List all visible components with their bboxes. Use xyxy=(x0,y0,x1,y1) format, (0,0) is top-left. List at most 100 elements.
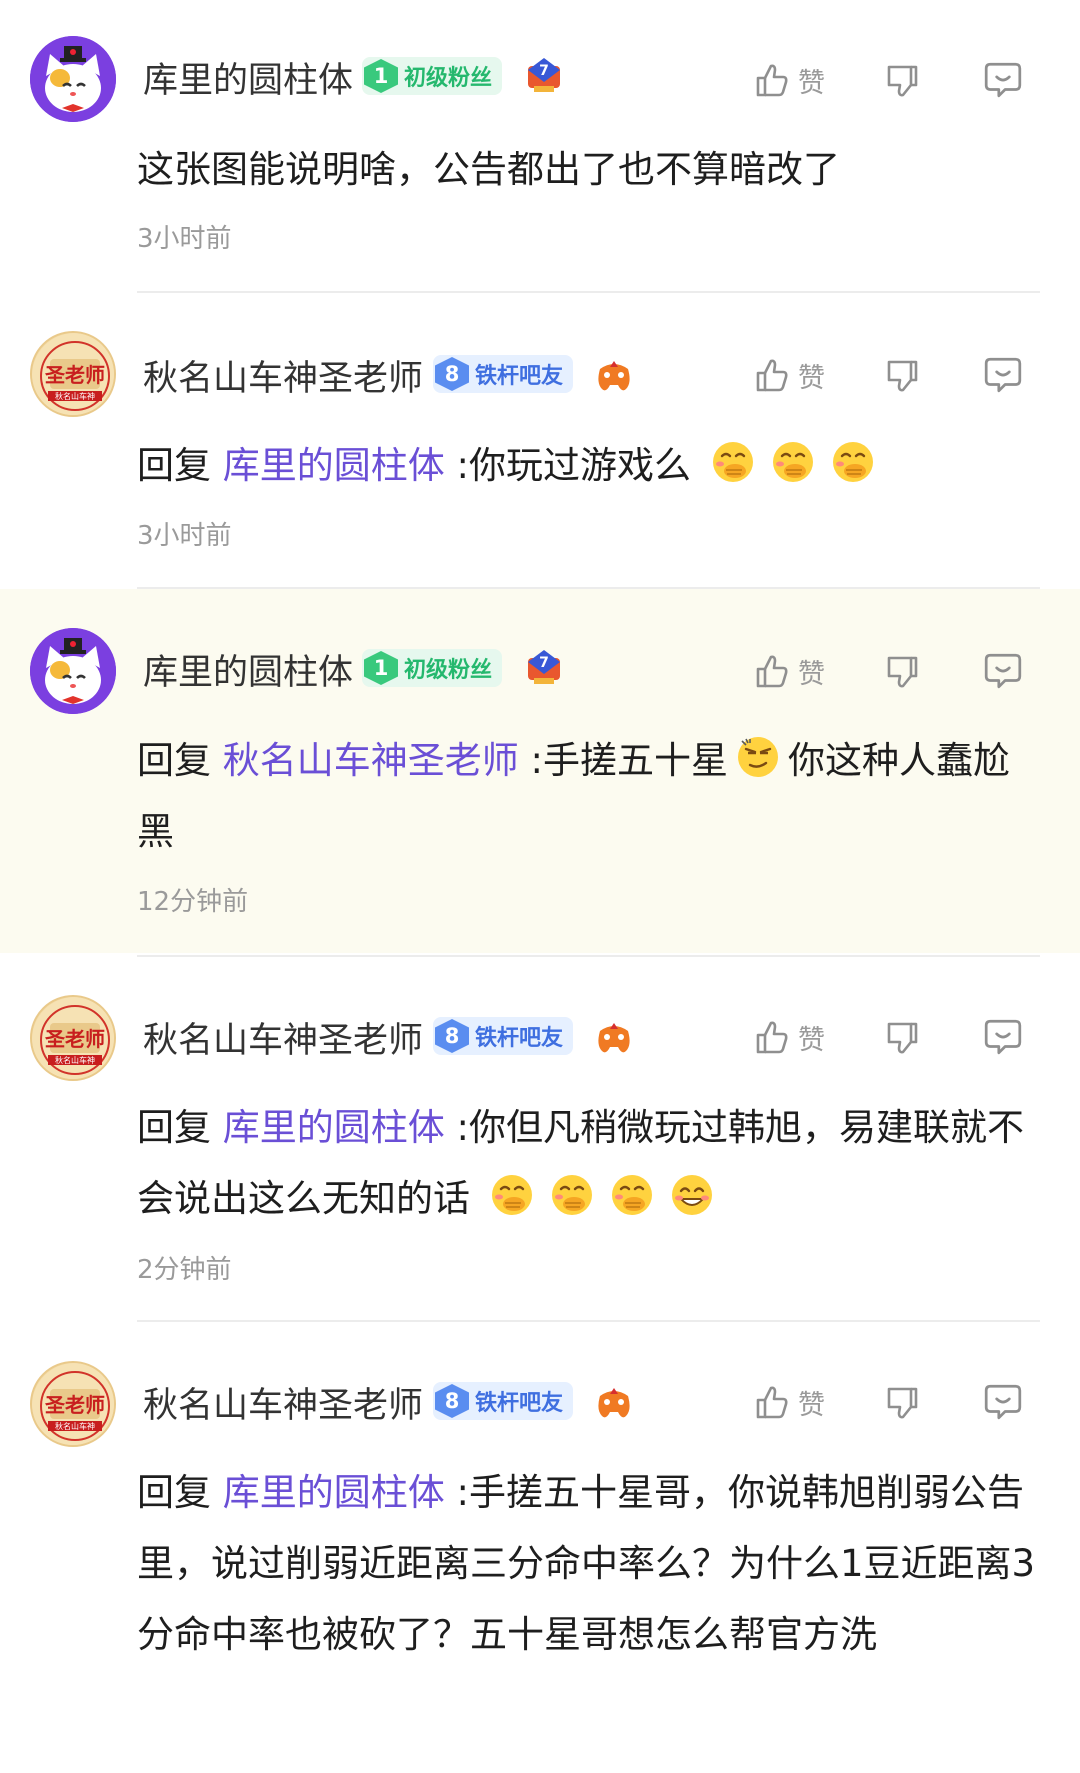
reply-bubble-icon xyxy=(982,649,1024,691)
reply-bubble-icon xyxy=(982,1380,1024,1422)
mention-link[interactable]: 库里的圆柱体 xyxy=(223,1106,445,1149)
thumbs-up-icon xyxy=(752,1382,792,1422)
username[interactable]: 秋名山车神圣老师 xyxy=(143,1012,423,1063)
level-label: 铁杆吧友 xyxy=(475,1391,564,1416)
cover-mouth-laugh-emoji xyxy=(711,440,755,484)
seal-avatar xyxy=(32,1363,116,1447)
dislike-button[interactable] xyxy=(882,1382,922,1422)
seal-avatar xyxy=(32,333,116,417)
comment-item: 秋名山车神圣老师 8 铁杆吧友 赞 回复 库里的圆柱体 :你但凡稍微玩过韩旭，易… xyxy=(0,957,1080,1322)
like-button[interactable]: 赞 xyxy=(752,355,825,395)
timestamp: 3小时前 xyxy=(137,521,232,551)
reply-button[interactable] xyxy=(982,649,1024,691)
like-label: 赞 xyxy=(798,1389,825,1421)
thumbs-up-icon xyxy=(752,651,792,691)
cat-avatar xyxy=(30,628,116,714)
level-label: 铁杆吧友 xyxy=(475,1026,564,1051)
thumbs-up-icon xyxy=(752,355,792,395)
level-number: 8 xyxy=(435,1019,469,1053)
comment-item: 库里的圆柱体 1 初级粉丝 赞 这张图能说明啥，公告都出了也不算暗改了 3小时前 xyxy=(0,0,1080,293)
level-label: 初级粉丝 xyxy=(404,658,493,683)
reply-prefix: 回复 xyxy=(137,1471,211,1514)
cover-mouth-laugh-emoji xyxy=(771,440,815,484)
game-controller-icon xyxy=(594,1017,634,1057)
like-button[interactable]: 赞 xyxy=(752,60,825,100)
game-controller-icon xyxy=(594,355,634,395)
reply-button[interactable] xyxy=(982,1015,1024,1057)
like-label: 赞 xyxy=(798,1024,825,1056)
level-7-badge-icon xyxy=(524,648,564,688)
comment-item: 秋名山车神圣老师 8 铁杆吧友 赞 回复 库里的圆柱体 :手搓五十星哥，你说韩旭… xyxy=(0,1322,1080,1773)
reply-bubble-icon xyxy=(982,1015,1024,1057)
username[interactable]: 库里的圆柱体 xyxy=(143,644,353,695)
comment-body: :手搓五十星 xyxy=(530,739,728,782)
reply-prefix: 回复 xyxy=(137,739,211,782)
comment-text: 回复 库里的圆柱体 :你但凡稍微玩过韩旭，易建联就不会说出这么无知的话 xyxy=(137,1092,1040,1234)
level-badge: 8 铁杆吧友 xyxy=(433,1017,574,1055)
avatar[interactable] xyxy=(30,1361,116,1447)
like-label: 赞 xyxy=(798,658,825,690)
grin-emoji xyxy=(670,1173,714,1217)
comment-text: 回复 秋名山车神圣老师 :手搓五十星 你这种人蠢尬黑 xyxy=(137,725,1040,867)
like-label: 赞 xyxy=(798,362,825,394)
timestamp: 12分钟前 xyxy=(137,887,249,917)
dislike-button[interactable] xyxy=(882,1017,922,1057)
avatar[interactable] xyxy=(30,995,116,1081)
thumbs-up-icon xyxy=(752,60,792,100)
like-button[interactable]: 赞 xyxy=(752,651,825,691)
level-badge: 1 初级粉丝 xyxy=(362,649,503,687)
username[interactable]: 库里的圆柱体 xyxy=(143,52,353,103)
smug-emoji xyxy=(736,735,780,779)
reply-prefix: 回复 xyxy=(137,444,211,487)
thumbs-up-icon xyxy=(752,1017,792,1057)
dislike-button[interactable] xyxy=(882,60,922,100)
like-button[interactable]: 赞 xyxy=(752,1382,825,1422)
thumbs-down-icon xyxy=(882,1382,922,1422)
comment-item: 秋名山车神圣老师 8 铁杆吧友 赞 回复 库里的圆柱体 :你玩过游戏么 3小时前 xyxy=(0,295,1080,589)
cover-mouth-laugh-emoji xyxy=(490,1173,534,1217)
avatar[interactable] xyxy=(30,628,116,714)
level-7-badge-icon xyxy=(524,56,564,96)
level-label: 铁杆吧友 xyxy=(475,364,564,389)
level-number: 1 xyxy=(364,59,398,93)
reply-button[interactable] xyxy=(982,1380,1024,1422)
level-label: 初级粉丝 xyxy=(404,66,493,91)
timestamp: 3小时前 xyxy=(137,224,232,254)
mention-link[interactable]: 秋名山车神圣老师 xyxy=(223,739,519,782)
username[interactable]: 秋名山车神圣老师 xyxy=(143,1377,423,1428)
thumbs-down-icon xyxy=(882,355,922,395)
avatar[interactable] xyxy=(30,36,116,122)
reply-bubble-icon xyxy=(982,58,1024,100)
mention-link[interactable]: 库里的圆柱体 xyxy=(223,444,445,487)
timestamp: 2分钟前 xyxy=(137,1255,232,1285)
level-badge: 8 铁杆吧友 xyxy=(433,1382,574,1420)
comment-body: 这张图能说明啥，公告都出了也不算暗改了 xyxy=(137,148,840,191)
reply-button[interactable] xyxy=(982,353,1024,395)
level-badge: 8 铁杆吧友 xyxy=(433,355,574,393)
reply-button[interactable] xyxy=(982,58,1024,100)
thumbs-down-icon xyxy=(882,1017,922,1057)
comment-item-highlighted: 库里的圆柱体 1 初级粉丝 赞 回复 秋名山车神圣老师 :手搓五十星 你这种人蠢尬… xyxy=(0,589,1080,953)
reply-prefix: 回复 xyxy=(137,1106,211,1149)
like-label: 赞 xyxy=(798,67,825,99)
thumbs-down-icon xyxy=(882,651,922,691)
level-number: 1 xyxy=(364,651,398,685)
comment-text: 回复 库里的圆柱体 :你玩过游戏么 xyxy=(137,430,1040,501)
divider xyxy=(137,291,1040,293)
level-badge: 1 初级粉丝 xyxy=(362,57,503,95)
username[interactable]: 秋名山车神圣老师 xyxy=(143,350,423,401)
comment-body: :你玩过游戏么 xyxy=(456,444,691,487)
cover-mouth-laugh-emoji xyxy=(550,1173,594,1217)
like-button[interactable]: 赞 xyxy=(752,1017,825,1057)
cover-mouth-laugh-emoji xyxy=(831,440,875,484)
avatar[interactable] xyxy=(30,331,116,417)
seal-avatar xyxy=(32,997,116,1081)
mention-link[interactable]: 库里的圆柱体 xyxy=(223,1471,445,1514)
thumbs-down-icon xyxy=(882,60,922,100)
cat-avatar xyxy=(30,36,116,122)
dislike-button[interactable] xyxy=(882,651,922,691)
comment-text: 回复 库里的圆柱体 :手搓五十星哥，你说韩旭削弱公告里，说过削弱近距离三分命中率… xyxy=(137,1457,1040,1670)
game-controller-icon xyxy=(594,1382,634,1422)
level-number: 8 xyxy=(435,1384,469,1418)
dislike-button[interactable] xyxy=(882,355,922,395)
